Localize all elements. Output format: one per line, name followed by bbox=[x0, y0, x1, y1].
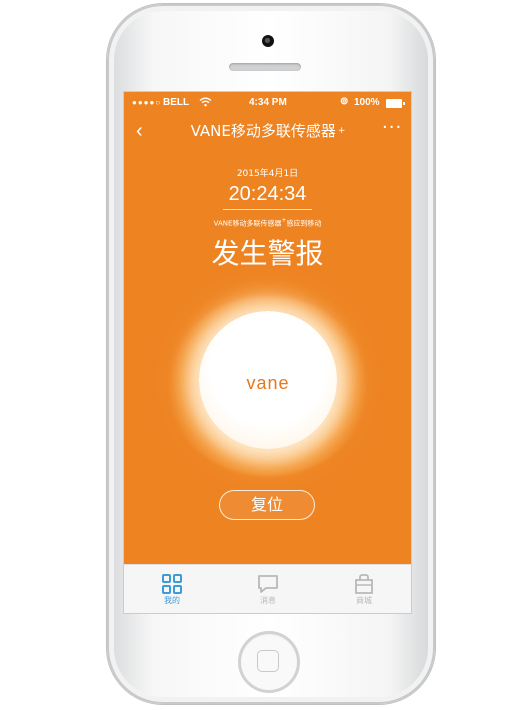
tab-store[interactable]: 商城 bbox=[316, 565, 411, 613]
home-square-icon bbox=[257, 650, 279, 672]
signal-strength: ●●●●○ bbox=[132, 98, 162, 107]
rotation-lock-icon: ⊚ bbox=[340, 96, 349, 107]
front-camera-icon bbox=[262, 35, 274, 47]
sensor-name: VANE移动多联传感器 bbox=[213, 219, 282, 228]
more-menu-button[interactable]: ··· bbox=[382, 119, 402, 137]
grid-icon bbox=[162, 574, 182, 594]
alarm-date: 2015年4月1日 bbox=[236, 169, 299, 179]
time-divider bbox=[223, 209, 312, 210]
wifi-icon bbox=[199, 97, 212, 110]
status-bar: ●●●●○ BELL 4:34 PM ⊚ 100% bbox=[124, 92, 411, 114]
shopping-bag-icon bbox=[355, 574, 373, 594]
status-time: 4:34 PM bbox=[249, 97, 287, 108]
tab-mine-label: 我的 bbox=[164, 596, 180, 605]
reset-button[interactable]: 复位 bbox=[219, 490, 315, 520]
earpiece-speaker bbox=[229, 63, 301, 71]
battery-icon bbox=[386, 99, 405, 108]
alarm-time: 20:24:34 bbox=[228, 183, 307, 205]
sensor-status-message: VANE移动多联传感器+感应到移动 bbox=[124, 217, 411, 228]
vane-sensor-orb: vane bbox=[199, 311, 337, 449]
device-name: VANE移动多联传感器 bbox=[190, 122, 336, 140]
home-button[interactable] bbox=[238, 631, 300, 693]
title-plus-mark: + bbox=[337, 126, 346, 136]
message-icon bbox=[258, 575, 278, 593]
tab-messages[interactable]: 消息 bbox=[220, 565, 316, 613]
back-button[interactable]: ‹ bbox=[136, 121, 143, 141]
tab-mine[interactable]: 我的 bbox=[124, 565, 220, 613]
carrier-name: BELL bbox=[163, 97, 190, 108]
page-title: VANE移动多联传感器 + bbox=[178, 122, 358, 140]
sensor-action: 感应到移动 bbox=[286, 219, 322, 228]
bottom-tab-bar: 我的 消息 商城 bbox=[124, 564, 411, 613]
tab-store-label: 商城 bbox=[356, 596, 372, 605]
navigation-bar: ‹ VANE移动多联传感器 + ··· bbox=[124, 114, 411, 152]
app-screen: ●●●●○ BELL 4:34 PM ⊚ 100% ‹ VANE移动多联传感器 +… bbox=[124, 92, 411, 613]
vane-logo: vane bbox=[246, 373, 290, 393]
alarm-title: 发生警报 bbox=[211, 237, 324, 270]
battery-percentage: 100% bbox=[354, 97, 380, 108]
tab-messages-label: 消息 bbox=[260, 596, 276, 605]
